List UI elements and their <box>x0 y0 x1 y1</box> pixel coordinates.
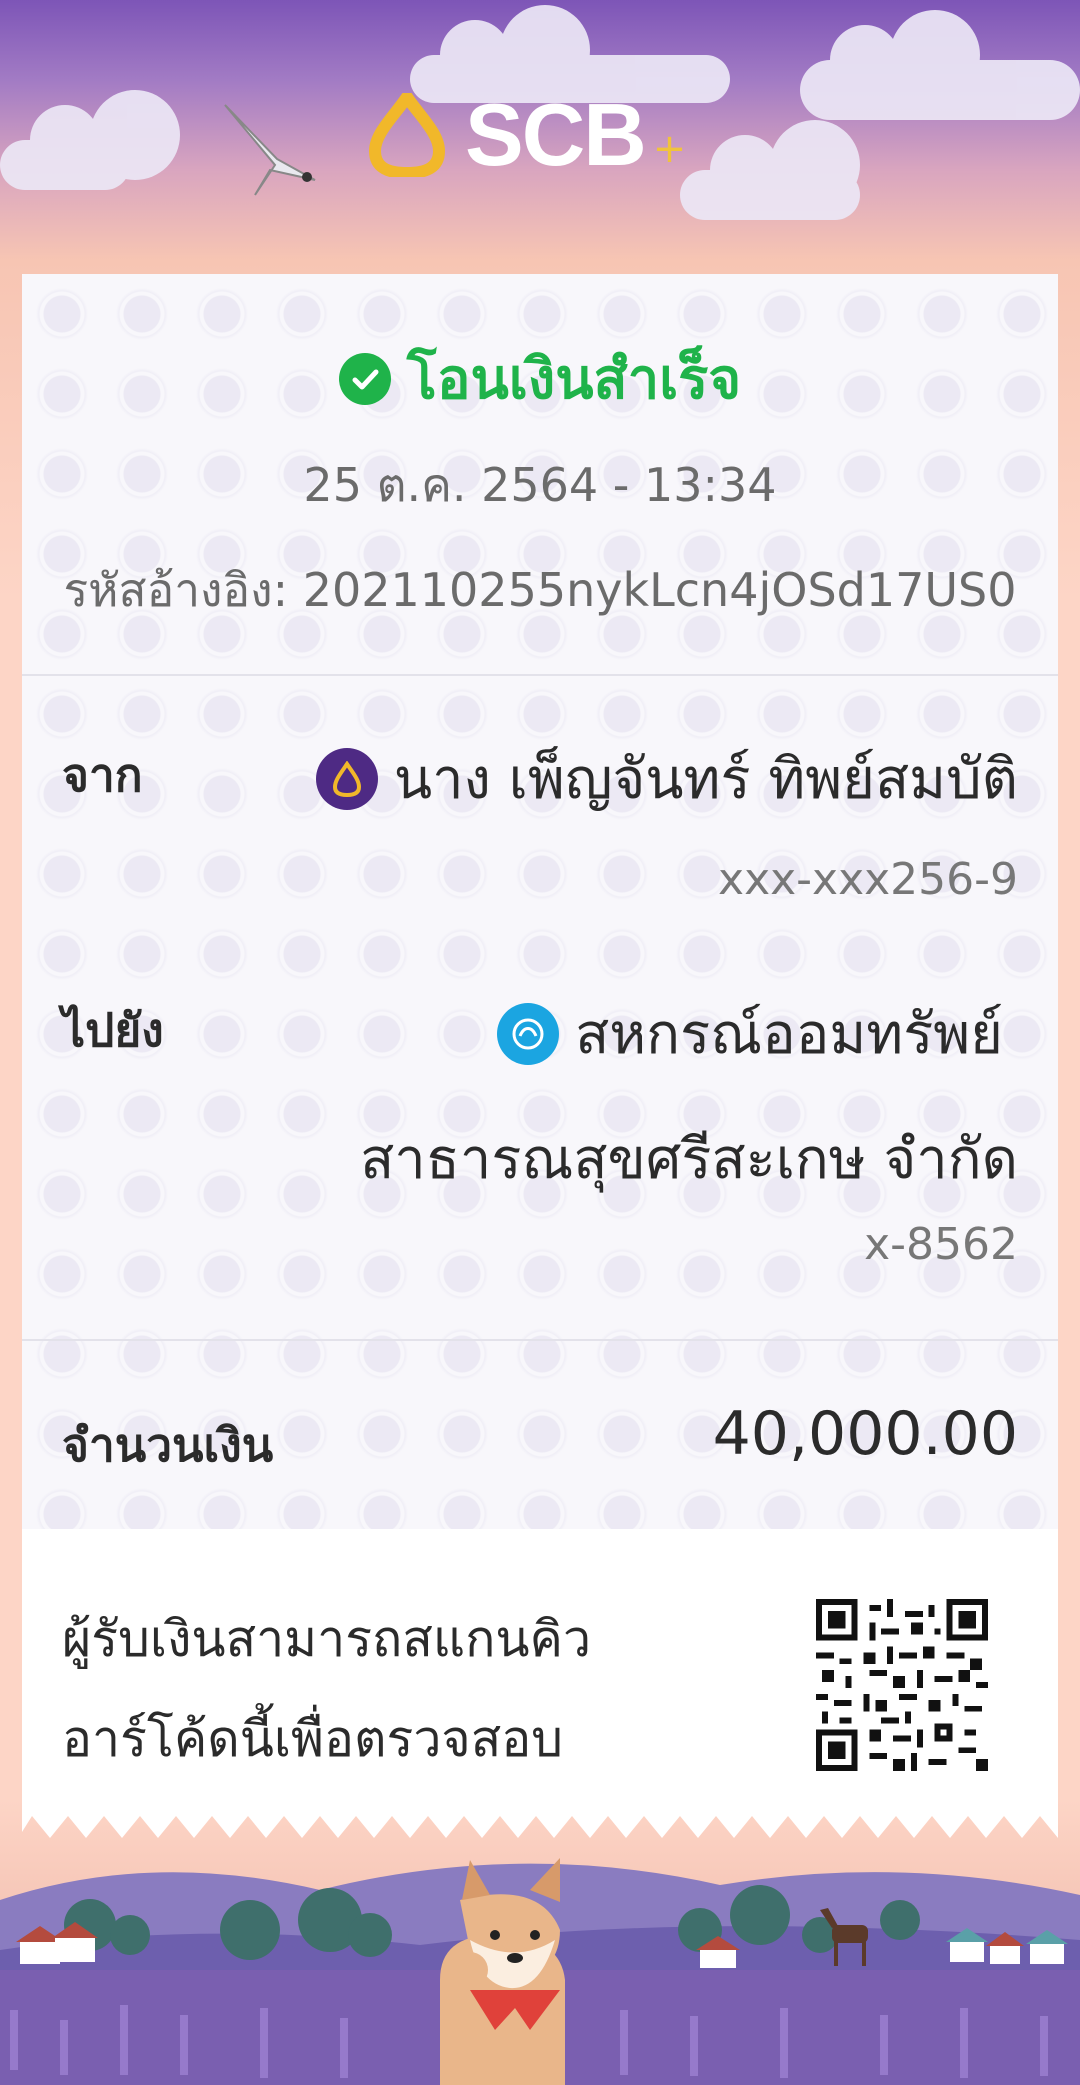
qr-note: ผู้รับเงินสามารถสแกนคิว อาร์โค้ดนี้เพื่อ… <box>62 1589 591 1789</box>
qr-note-line2: อาร์โค้ดนี้เพื่อตรวจสอบ <box>62 1710 563 1768</box>
to-name-line2: สาธารณสุขศรีสะเกษ จำกัด <box>360 1127 1018 1192</box>
divider <box>22 674 1058 676</box>
amount-label: จำนวนเงิน <box>62 1418 274 1472</box>
status-title: โอนเงินสำเร็จ <box>406 347 742 412</box>
to-name-line: สหกรณ์ออมทรัพย์ <box>497 989 1003 1078</box>
reference-label: รหัสอ้างอิง: <box>63 563 289 617</box>
cloud <box>0 90 180 190</box>
to-name-line1: สหกรณ์ออมทรัพย์ <box>575 1002 1003 1067</box>
reference-value: 202110255nykLcn4jOSd17US0 <box>302 563 1017 617</box>
qr-note-line1: ผู้รับเงินสามารถสแกนคิว <box>62 1610 592 1668</box>
brand-name: SCB <box>465 85 647 184</box>
qr-code-icon[interactable] <box>816 1599 988 1771</box>
scb-logo-icon <box>368 93 446 177</box>
brand-logo: SCB + <box>365 85 725 184</box>
receipt-card: โอนเงินสำเร็จ 25 ต.ค. 2564 - 13:34 รหัสอ… <box>22 274 1058 1838</box>
to-account: x-8562 <box>864 1219 1018 1270</box>
status-header: โอนเงินสำเร็จ <box>22 334 1058 423</box>
reference-code: รหัสอ้างอิง: 202110255nykLcn4jOSd17US0 <box>22 554 1058 627</box>
amount-value: 40,000.00 <box>712 1399 1018 1469</box>
from-account: xxx-xxx256-9 <box>718 854 1018 905</box>
to-label: ไปยัง <box>62 1003 164 1057</box>
divider <box>22 1339 1058 1341</box>
krungthai-bank-icon <box>497 1002 560 1065</box>
from-name: นาง เพ็ญจันทร์ ทิพย์สมบัติ <box>393 747 1018 812</box>
from-label: จาก <box>62 748 143 802</box>
cloud <box>800 10 1080 120</box>
scb-bank-icon <box>315 747 378 810</box>
from-name-line: นาง เพ็ญจันทร์ ทิพย์สมบัติ <box>315 734 1018 823</box>
bird-illustration <box>224 104 316 196</box>
qr-section: ผู้รับเงินสามารถสแกนคิว อาร์โค้ดนี้เพื่อ… <box>22 1529 1058 1814</box>
check-circle-icon <box>338 352 391 405</box>
countryside-illustration <box>0 1858 1080 2085</box>
transaction-datetime: 25 ต.ค. 2564 - 13:34 <box>303 458 777 512</box>
brand-plus: + <box>652 126 687 172</box>
receipt-zigzag-edge <box>22 1812 1058 1838</box>
